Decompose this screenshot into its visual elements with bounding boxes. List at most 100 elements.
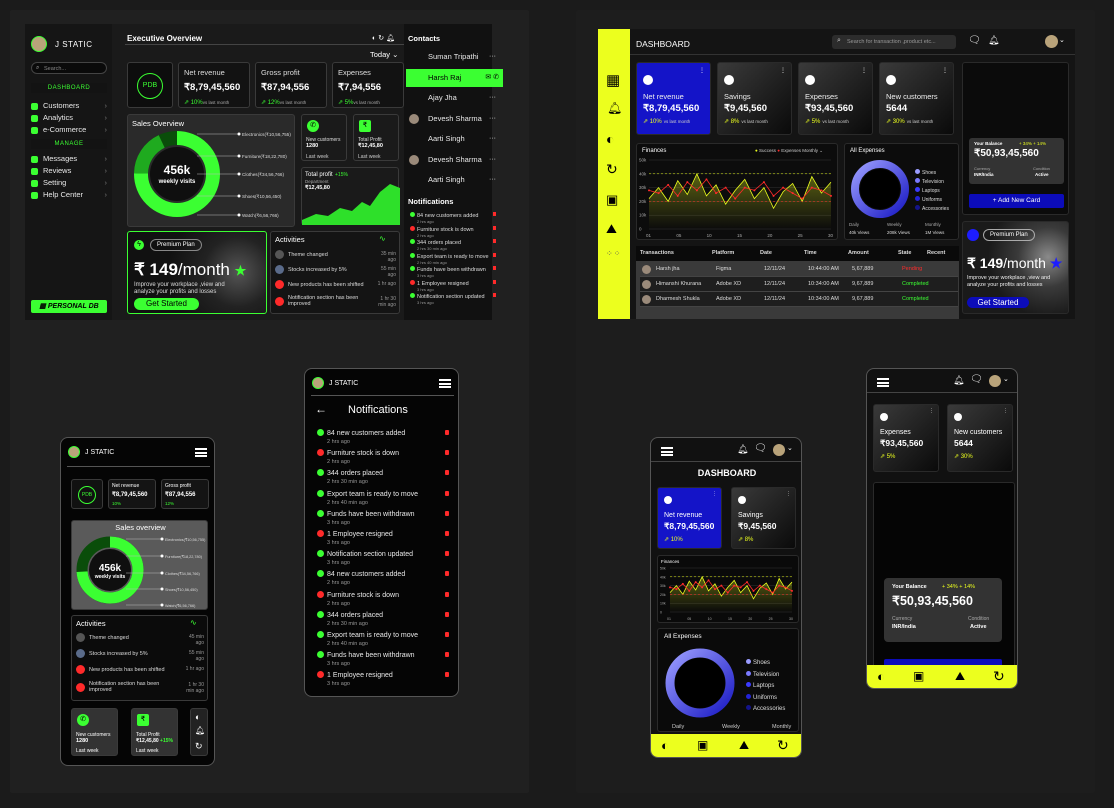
period-select[interactable]: Today ⌄	[370, 50, 398, 59]
avatar[interactable]	[773, 444, 785, 456]
more-icon[interactable]: ···	[489, 151, 496, 169]
add-new-card-button[interactable]: + Add New Card	[969, 194, 1064, 208]
delete-icon[interactable]	[493, 212, 496, 216]
more-icon[interactable]: ⋮	[780, 67, 786, 74]
back-arrow-icon[interactable]: ←	[315, 402, 327, 416]
delete-icon[interactable]	[445, 571, 449, 577]
delete-icon[interactable]	[445, 632, 449, 637]
delete-icon[interactable]	[493, 252, 496, 257]
sidebar-item-messages[interactable]: Messages ›	[31, 154, 107, 163]
hamburger-icon[interactable]	[661, 447, 673, 456]
delete-icon[interactable]	[445, 490, 449, 496]
delete-icon[interactable]	[445, 591, 449, 597]
delete-icon[interactable]	[493, 279, 496, 284]
delete-icon[interactable]	[493, 225, 496, 230]
bell-icon[interactable]: 🔔︎	[607, 101, 622, 115]
chevron-down-icon[interactable]: ⌄	[1059, 36, 1065, 44]
bell-icon[interactable]: 🔔︎	[953, 375, 964, 386]
more-icon[interactable]: ···	[489, 171, 496, 189]
get-started-button[interactable]: Get Started	[134, 298, 199, 310]
more-icon[interactable]: ···	[489, 130, 496, 148]
personal-db-button[interactable]: ▦ PERSONAL DB	[31, 300, 107, 313]
apps-icon[interactable]: ⁘⁘	[606, 249, 621, 258]
more-icon[interactable]: ⋮	[929, 408, 934, 414]
avatar[interactable]	[989, 375, 1001, 387]
legend-monthly[interactable]: Monthly	[802, 148, 818, 153]
contact-item[interactable]: Devesh Sharma ···	[406, 110, 500, 128]
contact-item[interactable]: Harsh Raj ✉ ✆	[406, 68, 503, 87]
more-icon[interactable]: ⋮	[1003, 408, 1008, 414]
id-card-icon[interactable]: ▣	[913, 669, 924, 683]
sidebar-item-setting[interactable]: Setting ›	[31, 178, 107, 187]
delete-icon[interactable]	[445, 531, 449, 536]
refresh-icon[interactable]: ↻	[993, 668, 1005, 685]
more-icon[interactable]: ⋮	[699, 67, 705, 74]
id-card-icon[interactable]: ▣	[697, 738, 708, 752]
chart-icon[interactable]: ⛰︎	[955, 669, 965, 684]
refresh-icon[interactable]: ↻	[378, 35, 384, 42]
avatar[interactable]	[312, 377, 324, 389]
get-started-button[interactable]: Get Started	[967, 297, 1029, 308]
sidebar-item-help-center[interactable]: Help Center ›	[31, 190, 107, 199]
message-icon[interactable]: 🗨︎	[754, 443, 767, 454]
avatar[interactable]	[68, 446, 80, 458]
hamburger-icon[interactable]	[439, 379, 451, 388]
more-icon[interactable]: ···	[489, 89, 496, 107]
contact-item[interactable]: Ajay Jha ···	[406, 89, 500, 107]
table-row[interactable]: Himanshi Khurana Adobe XD 12/11/24 10:34:00…	[640, 277, 958, 292]
sidebar-item-customers[interactable]: Customers ›	[31, 101, 107, 110]
more-icon[interactable]: ···	[489, 48, 496, 66]
hamburger-icon[interactable]	[195, 448, 207, 457]
sidebar-item-e-commerce[interactable]: e-Commerce ›	[31, 125, 107, 134]
theme-icon[interactable]: ◐	[877, 669, 885, 684]
bell-icon[interactable]: 🔔︎	[988, 35, 999, 46]
more-icon[interactable]: ⋮	[861, 67, 867, 74]
chart-icon[interactable]: ⛰︎	[739, 738, 749, 753]
bell-icon[interactable]: 🔔︎	[195, 726, 205, 735]
call-icon[interactable]: ✉ ✆	[485, 69, 499, 87]
delete-icon[interactable]	[493, 293, 496, 297]
refresh-icon[interactable]: ↻	[195, 741, 203, 752]
contact-item[interactable]: Aarti Singh ···	[406, 130, 500, 148]
chart-icon[interactable]: ⛰︎	[606, 221, 617, 237]
theme-icon[interactable]: ◐	[606, 131, 614, 147]
table-row[interactable]: Dharmesh Shukla Adobe XD 12/11/24 10:34:00 …	[640, 292, 958, 307]
delete-icon[interactable]	[493, 266, 496, 270]
chevron-down-icon[interactable]: ⌄	[1003, 375, 1009, 383]
view-period-label[interactable]: Weekly	[722, 724, 740, 730]
sidebar-item-reviews[interactable]: Reviews ›	[31, 166, 107, 175]
delete-icon[interactable]	[445, 450, 449, 456]
delete-icon[interactable]	[445, 551, 449, 557]
hamburger-icon[interactable]	[877, 378, 889, 387]
column-header[interactable]: Recent	[927, 250, 945, 256]
bell-icon[interactable]: 🔔︎	[737, 444, 748, 455]
more-icon[interactable]: ···	[489, 110, 496, 128]
delete-icon[interactable]	[445, 470, 449, 476]
delete-icon[interactable]	[493, 239, 496, 243]
theme-icon[interactable]: ◐	[195, 712, 200, 722]
avatar[interactable]	[31, 36, 47, 52]
avatar[interactable]	[1045, 35, 1058, 48]
id-card-icon[interactable]: ▣	[606, 192, 618, 208]
delete-icon[interactable]	[445, 672, 449, 678]
search-input[interactable]: ⌕ Search...	[31, 62, 107, 74]
more-icon[interactable]: ⋮	[942, 67, 948, 74]
contact-item[interactable]: Devesh Sharma ···	[406, 151, 500, 169]
bell-icon[interactable]: 🔔︎	[386, 35, 395, 42]
search-input[interactable]: ⌕ Search for transaction ,product etc...	[832, 35, 956, 49]
message-icon[interactable]: 🗨︎	[970, 374, 983, 385]
view-period-label[interactable]: Monthly	[772, 724, 791, 730]
delete-icon[interactable]	[445, 652, 449, 658]
sidebar-item-analytics[interactable]: Analytics ›	[31, 113, 107, 122]
table-row[interactable]: Harsh jha Figma 12/11/24 10:44:00 AM 5,67,88…	[640, 262, 958, 277]
view-period-label[interactable]: Daily	[672, 724, 684, 730]
delete-icon[interactable]	[445, 430, 449, 435]
grid-icon[interactable]: ▦	[606, 71, 620, 89]
contact-item[interactable]: Aarti Singh ···	[406, 171, 500, 189]
message-icon[interactable]: 🗨︎	[968, 35, 981, 46]
theme-icon[interactable]: ◐	[661, 738, 669, 753]
more-icon[interactable]: ⋮	[712, 491, 717, 497]
theme-icon[interactable]: ◐	[372, 35, 376, 42]
delete-icon[interactable]	[445, 510, 449, 516]
delete-icon[interactable]	[445, 611, 449, 617]
